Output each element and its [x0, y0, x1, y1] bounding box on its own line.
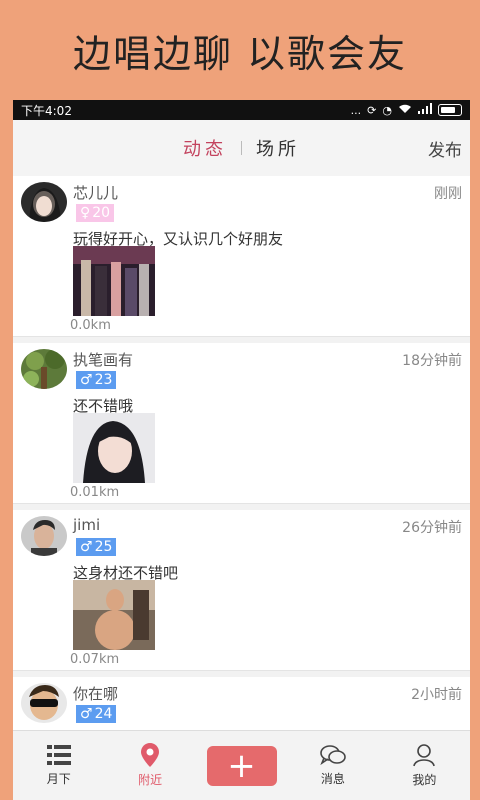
gender-age-badge: ♂ 23 [76, 371, 117, 389]
tab-label: 月下 [46, 772, 71, 786]
tab-dynamics[interactable]: 动态 [169, 135, 241, 161]
promo-banner-title: 边唱边聊 以歌会友 [72, 31, 408, 76]
username[interactable]: 你在哪 [73, 683, 118, 704]
distance: 0.01km [70, 485, 120, 500]
post-time: 刚刚 [434, 186, 462, 202]
feed-item[interactable]: jimi 26分钟前 ♂ 25 这身材还不错吧 0.07km [13, 510, 470, 671]
chat-bubbles-icon [320, 745, 346, 766]
signal-icon [418, 103, 432, 117]
distance: 0.07km [70, 652, 120, 667]
feed-item[interactable]: 芯儿儿 刚刚 ♀ 20 玩得好开心，又认识几个好朋友 0.0km [13, 176, 470, 337]
phone-screen: 下午4:02 ... ⟳ ◔ 动态 场所 发布 芯儿儿 刚刚 ♀ 20 玩得好开… [13, 100, 470, 800]
tab-me[interactable]: 我的 [379, 743, 470, 788]
status-bar: 下午4:02 ... ⟳ ◔ [13, 100, 470, 120]
more-dots-icon: ... [350, 103, 362, 117]
avatar[interactable] [21, 349, 67, 389]
alarm-icon: ◔ [382, 103, 392, 117]
male-icon: ♂ [80, 372, 93, 388]
status-time: 下午4:02 [21, 103, 72, 118]
publish-button[interactable]: 发布 [428, 136, 462, 161]
sync-icon: ⟳ [367, 103, 377, 117]
top-nav: 动态 场所 发布 [13, 120, 470, 177]
avatar[interactable] [21, 683, 67, 723]
user-icon [413, 744, 436, 767]
post-time: 18分钟前 [402, 353, 462, 369]
gender-age-badge: ♂ 24 [76, 705, 117, 723]
status-icons: ... ⟳ ◔ [351, 103, 462, 117]
plus-icon[interactable]: + [206, 745, 277, 786]
username[interactable]: 执笔画有 [73, 349, 133, 370]
tab-venues[interactable]: 场所 [242, 135, 314, 161]
feed-item[interactable]: 你在哪 2小时前 ♂ 24 [13, 677, 470, 731]
female-icon: ♀ [80, 205, 91, 221]
post-photo[interactable] [73, 580, 155, 650]
gender-age-badge: ♀ 20 [76, 204, 115, 222]
tab-messages[interactable]: 消息 [287, 744, 378, 787]
distance: 0.0km [70, 318, 111, 333]
feed-list: 芯儿儿 刚刚 ♀ 20 玩得好开心，又认识几个好朋友 0.0km 执笔画有 18… [13, 176, 470, 731]
tab-label: 我的 [412, 773, 437, 787]
post-photo[interactable] [73, 246, 155, 316]
male-icon: ♂ [80, 539, 93, 555]
age-value: 24 [94, 706, 113, 722]
tab-moon[interactable]: 月下 [13, 744, 104, 787]
feed-item[interactable]: 执笔画有 18分钟前 ♂ 23 还不错哦 0.01km [13, 343, 470, 504]
tab-nearby[interactable]: 附近 [104, 743, 195, 788]
battery-icon [438, 104, 462, 116]
age-value: 20 [92, 205, 111, 221]
age-value: 23 [94, 372, 113, 388]
tab-label: 消息 [320, 772, 345, 786]
male-icon: ♂ [80, 706, 93, 722]
list-icon [46, 745, 71, 765]
age-value: 25 [94, 539, 113, 555]
avatar[interactable] [21, 516, 67, 556]
gender-age-badge: ♂ 25 [76, 538, 117, 556]
wifi-icon [398, 103, 412, 117]
username[interactable]: jimi [73, 516, 100, 534]
bottom-tab-bar: 月下 附近 + 消息 我的 [13, 730, 470, 800]
username[interactable]: 芯儿儿 [73, 182, 118, 203]
post-time: 2小时前 [411, 687, 462, 703]
tab-add[interactable]: + [196, 745, 287, 786]
post-photo[interactable] [73, 413, 155, 483]
tab-label: 附近 [138, 773, 163, 787]
location-pin-icon [141, 743, 160, 767]
avatar[interactable] [21, 182, 67, 222]
post-time: 26分钟前 [402, 520, 462, 536]
